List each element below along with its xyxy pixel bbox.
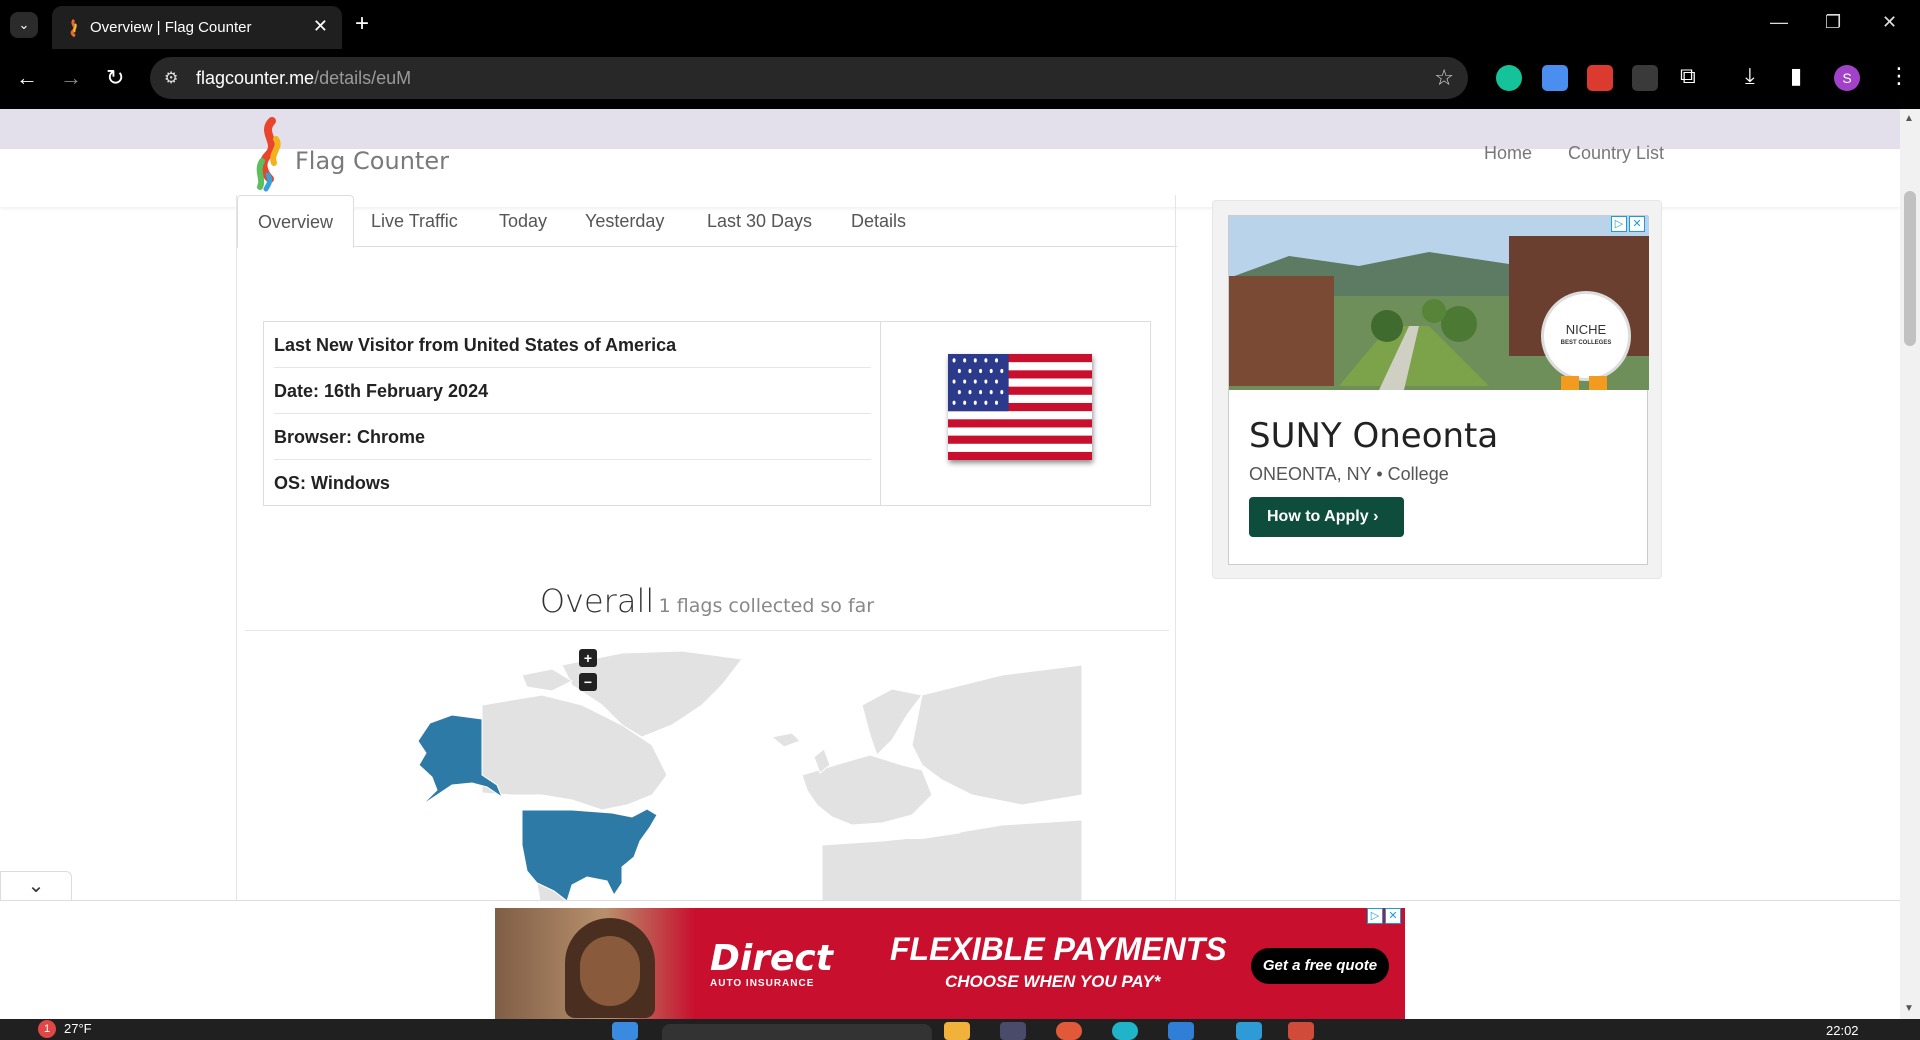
- app-icon[interactable]: [1168, 1022, 1194, 1040]
- scroll-thumb[interactable]: [1904, 191, 1916, 346]
- ad-college-name[interactable]: SUNY Oneonta: [1249, 416, 1498, 456]
- ad-choices-icon[interactable]: ▷: [1611, 216, 1627, 232]
- nav-country-list-link[interactable]: Country List: [1568, 143, 1664, 164]
- grammarly-extension-icon[interactable]: [1496, 65, 1522, 91]
- stats-tabs: Overview Live Traffic Today Yesterday La…: [237, 195, 1177, 248]
- browser-menu-icon[interactable]: ⋮: [1888, 63, 1910, 89]
- app-icon[interactable]: [1112, 1022, 1138, 1040]
- visitor-info: Last New Visitor from United States of A…: [264, 322, 881, 505]
- scroll-up-icon[interactable]: ▲: [1904, 113, 1914, 124]
- how-to-apply-button[interactable]: How to Apply ›: [1249, 497, 1404, 537]
- extensions-puzzle-icon[interactable]: ⧉: [1680, 63, 1696, 89]
- overall-subtitle: 1 flags collected so far: [658, 595, 875, 617]
- back-icon[interactable]: ←: [16, 65, 38, 91]
- tab-yesterday[interactable]: Yesterday: [565, 195, 684, 247]
- ad-close-icon[interactable]: ✕: [1385, 908, 1401, 924]
- side-panel-icon[interactable]: ▮: [1790, 63, 1802, 89]
- tab-details[interactable]: Details: [831, 195, 926, 247]
- reload-icon[interactable]: ↻: [106, 65, 124, 91]
- main-panel: Overview Live Traffic Today Yesterday La…: [236, 195, 1177, 1019]
- minimize-icon[interactable]: —: [1770, 12, 1788, 33]
- tab-live-traffic[interactable]: Live Traffic: [351, 195, 478, 247]
- visitor-country: Last New Visitor from United States of A…: [274, 322, 871, 368]
- address-bar[interactable]: ⚙ flagcounter.me/details/euM ☆: [150, 57, 1468, 99]
- page-scrollbar[interactable]: ▲ ▼: [1900, 109, 1920, 1019]
- weather-temperature[interactable]: 27°F: [64, 1021, 92, 1036]
- forward-icon[interactable]: →: [60, 65, 82, 91]
- app-icon[interactable]: [1056, 1022, 1082, 1040]
- os-taskbar: 1 27°F 22:02: [0, 1019, 1920, 1040]
- start-icon[interactable]: [612, 1022, 638, 1040]
- downloads-icon[interactable]: ⤓: [1745, 63, 1755, 89]
- ad-headline: FLEXIBLE PAYMENTS: [890, 931, 1227, 967]
- profile-avatar[interactable]: S: [1834, 65, 1860, 91]
- file-explorer-icon[interactable]: [944, 1022, 970, 1040]
- tab-last-30-days[interactable]: Last 30 Days: [687, 195, 832, 247]
- last-visitor-box: Last New Visitor from United States of A…: [263, 321, 1151, 506]
- get-free-quote-button[interactable]: Get a free quote: [1251, 948, 1389, 984]
- app-icon[interactable]: [1236, 1022, 1262, 1040]
- ad-close-icon[interactable]: ✕: [1629, 216, 1645, 232]
- direct-logo-sub: AUTO INSURANCE: [710, 978, 815, 989]
- collapse-ad-button[interactable]: ⌄: [0, 871, 72, 901]
- site-info-icon[interactable]: ⚙: [164, 68, 184, 88]
- ad-choices-icon[interactable]: ▷: [1367, 908, 1383, 924]
- map-zoom-out-button[interactable]: −: [579, 673, 597, 691]
- todoist-extension-icon[interactable]: [1587, 65, 1613, 91]
- close-window-icon[interactable]: ✕: [1882, 12, 1897, 33]
- extension-icon[interactable]: [1632, 65, 1658, 91]
- us-flag-image: [948, 354, 1092, 460]
- tab-close-icon[interactable]: ✕: [313, 16, 328, 37]
- app-icon[interactable]: [1288, 1022, 1314, 1040]
- map-zoom-in-button[interactable]: +: [579, 649, 597, 667]
- badge-ribbon: [1589, 376, 1607, 390]
- overall-title: Overall: [539, 582, 655, 620]
- side-ad-content[interactable]: NICHE BEST COLLEGES ▷ ✕ SUNY Oneonta ONE…: [1228, 215, 1649, 565]
- direct-logo: Direct: [710, 938, 833, 979]
- screenshot-extension-icon[interactable]: [1542, 65, 1568, 91]
- visitor-flag-cell: [881, 322, 1151, 505]
- flag-counter-favicon: [70, 19, 77, 37]
- campus-photo: NICHE BEST COLLEGES: [1229, 216, 1649, 390]
- taskbar-clock[interactable]: 22:02: [1826, 1023, 1859, 1038]
- url-text[interactable]: flagcounter.me/details/euM: [196, 68, 411, 89]
- scroll-down-icon[interactable]: ▼: [1904, 1003, 1914, 1014]
- niche-badge: NICHE BEST COLLEGES: [1541, 291, 1631, 381]
- ad-subline: CHOOSE WHEN YOU PAY*: [945, 972, 1161, 991]
- nav-home-link[interactable]: Home: [1484, 143, 1532, 164]
- tab-today[interactable]: Today: [479, 195, 567, 247]
- taskbar-search[interactable]: [662, 1024, 932, 1040]
- side-advertisement[interactable]: NICHE BEST COLLEGES ▷ ✕ SUNY Oneonta ONE…: [1212, 200, 1662, 579]
- tab-title: Overview | Flag Counter: [90, 19, 252, 36]
- visitor-date: Date: 16th February 2024: [274, 368, 871, 414]
- flag-counter-logo-icon[interactable]: [250, 117, 290, 193]
- tab-overview[interactable]: Overview: [237, 195, 355, 248]
- site-logo-text[interactable]: Flag Counter: [295, 147, 449, 175]
- restore-icon[interactable]: ❐: [1825, 12, 1841, 33]
- browser-tab[interactable]: Overview | Flag Counter ✕: [52, 6, 342, 49]
- browser-toolbar: ← → ↻ ⚙ flagcounter.me/details/euM ☆ ⧉ ⤓…: [0, 49, 1920, 109]
- weather-badge: 1: [38, 1020, 56, 1038]
- tab-search-button[interactable]: ⌄: [10, 12, 38, 38]
- browser-tab-bar: ⌄ Overview | Flag Counter ✕ + — ❐ ✕: [0, 0, 1920, 49]
- badge-ribbon: [1561, 376, 1579, 390]
- ad-woman-photo: [495, 908, 695, 1019]
- bottom-advertisement[interactable]: Direct AUTO INSURANCE FLEXIBLE PAYMENTS …: [495, 908, 1405, 1019]
- web-page: Flag Counter Home Country List Overview …: [0, 109, 1900, 1019]
- ad-college-location: ONEONTA, NY • College: [1249, 464, 1449, 484]
- overall-heading: Overall 1 flags collected so far: [237, 582, 1177, 620]
- visitor-os: OS: Windows: [274, 473, 390, 493]
- divider: [245, 630, 1169, 631]
- new-tab-icon[interactable]: +: [355, 10, 369, 38]
- chrome-taskbar-icon[interactable]: [1000, 1022, 1026, 1040]
- visitor-browser: Browser: Chrome: [274, 414, 871, 460]
- bookmark-star-icon[interactable]: ☆: [1434, 65, 1454, 91]
